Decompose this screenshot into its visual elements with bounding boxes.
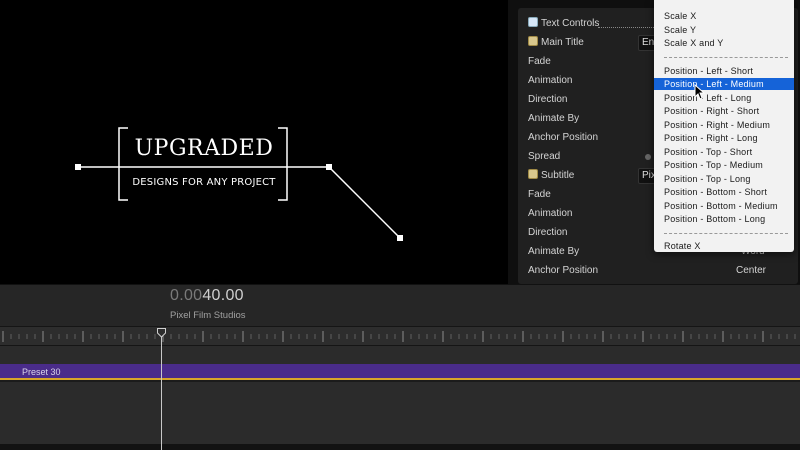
mouse-cursor-icon (694, 84, 706, 100)
note-icon (528, 169, 538, 179)
playhead-handle-icon[interactable] (157, 328, 166, 338)
timeline-ruler[interactable] (0, 326, 800, 346)
menu-item-position-top-short[interactable]: Position - Top - Short (654, 146, 794, 158)
row-animation: Animation (528, 208, 573, 219)
menu-item-position-bottom-short[interactable]: Position - Bottom - Short (654, 186, 794, 198)
row-animate-by: Animate By (528, 246, 580, 257)
row-fade: Fade (528, 189, 551, 200)
menu-item-position-top-long[interactable]: Position - Top - Long (654, 173, 794, 185)
animation-dropdown-menu: Scale X Scale Y Scale X and Y Position -… (654, 0, 794, 252)
timeline-track-area (0, 346, 800, 364)
menu-item-scale-x[interactable]: Scale X (654, 10, 794, 22)
timeline-footer (0, 444, 800, 450)
menu-item-position-bottom-long[interactable]: Position - Bottom - Long (654, 213, 794, 225)
checkbox-icon[interactable] (528, 17, 538, 27)
section-label: Text Controls (541, 18, 600, 29)
menu-item-position-left-medium[interactable]: Position - Left - Medium (654, 78, 794, 90)
row-fade: Fade (528, 56, 551, 67)
menu-item-position-bottom-medium[interactable]: Position - Bottom - Medium (654, 200, 794, 212)
handle-left[interactable] (75, 164, 81, 170)
viewer-canvas[interactable]: UPGRADED DESIGNS FOR ANY PROJECT (0, 0, 508, 284)
row-spread: Spread (528, 151, 561, 162)
project-name: Pixel Film Studios (170, 310, 246, 321)
clip-label: Preset 30 (22, 367, 61, 377)
menu-item-position-left-long[interactable]: Position - Left - Long (654, 92, 794, 104)
spread-slider-knob[interactable] (645, 154, 651, 160)
section-divider (598, 27, 654, 28)
note-icon (528, 36, 538, 46)
handle-end[interactable] (397, 235, 403, 241)
menu-separator (664, 57, 788, 58)
row-animation: Animation (528, 75, 573, 86)
ruler-ticks (2, 331, 796, 342)
playhead-line[interactable] (161, 333, 162, 450)
menu-separator (664, 233, 788, 234)
row-direction: Direction (528, 227, 568, 238)
menu-item-position-right-short[interactable]: Position - Right - Short (654, 105, 794, 117)
menu-item-scale-y[interactable]: Scale Y (654, 24, 794, 36)
menu-item-position-right-medium[interactable]: Position - Right - Medium (654, 119, 794, 131)
row-animate-by: Animate By (528, 113, 580, 124)
row-direction: Direction (528, 94, 568, 105)
text-controls-header[interactable]: Text Controls (528, 17, 599, 31)
menu-item-rotate-x[interactable]: Rotate X (654, 240, 794, 252)
menu-item-position-right-long[interactable]: Position - Right - Long (654, 132, 794, 144)
timeline-header (0, 284, 800, 326)
handle-middle[interactable] (326, 164, 332, 170)
menu-item-scale-x-and-y[interactable]: Scale X and Y (654, 37, 794, 49)
main-title-text: UPGRADED (134, 136, 274, 161)
menu-item-position-left-short[interactable]: Position - Left - Short (654, 65, 794, 77)
timecode-display: 0.0040.00 (170, 287, 244, 305)
row-anchor-position: Anchor Position (528, 132, 599, 143)
row-subtitle[interactable]: Subtitle (528, 169, 574, 183)
subtitle-text: DESIGNS FOR ANY PROJECT (132, 177, 276, 188)
menu-item-position-top-medium[interactable]: Position - Top - Medium (654, 159, 794, 171)
timecode-dim: 0.00 (170, 287, 203, 304)
timecode-bright: 40.00 (202, 287, 244, 304)
row-main-title[interactable]: Main Title (528, 36, 584, 50)
timeline-clip[interactable] (0, 364, 800, 380)
guide-line-diagonal (328, 166, 401, 239)
timeline-empty-track (0, 382, 800, 444)
row-anchor-position: Anchor Position (528, 265, 599, 276)
anchor-position-value[interactable]: Center (736, 264, 766, 278)
